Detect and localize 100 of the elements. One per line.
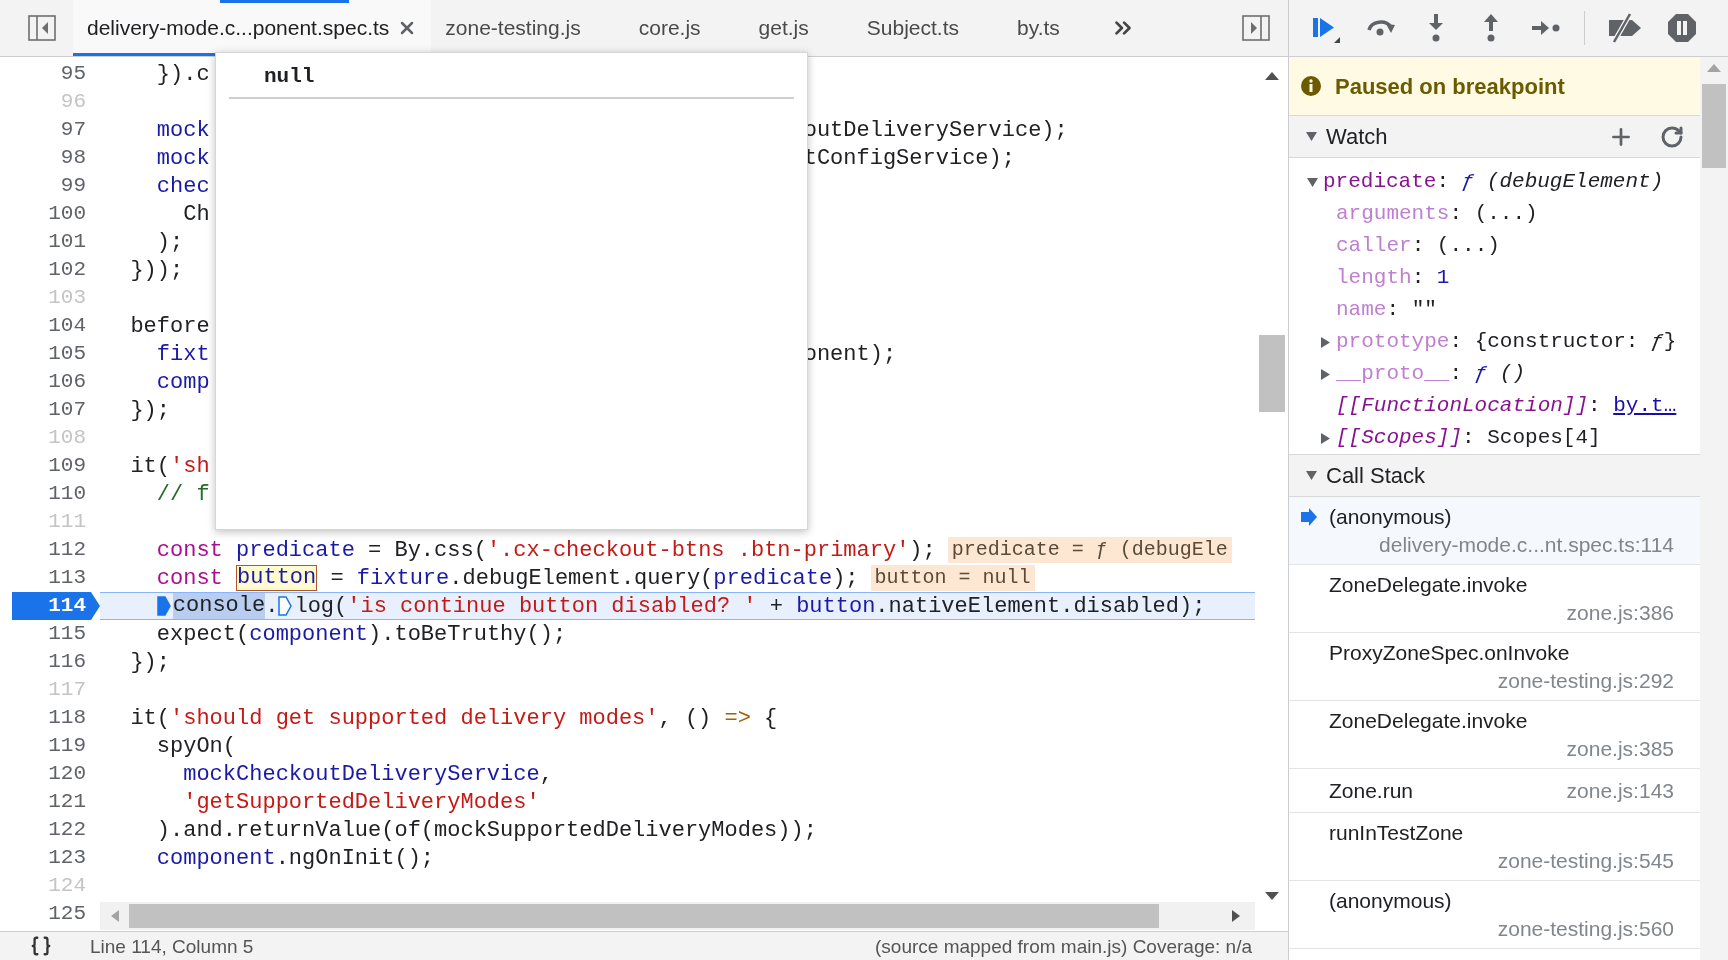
collapse-icon[interactable]	[1306, 175, 1319, 189]
collapse-icon[interactable]	[1305, 469, 1318, 482]
frame-function: Zone.run	[1329, 777, 1414, 804]
scroll-up-icon[interactable]	[1264, 71, 1279, 80]
line-number[interactable]: 115	[12, 620, 100, 648]
frame-location: zone.js:385	[1566, 735, 1674, 762]
frame-location: zone.js:143	[1566, 777, 1674, 804]
watch-property: length: 1	[1336, 265, 1450, 292]
frame-function: runInTestZone	[1329, 819, 1465, 846]
line-number[interactable]: 109	[12, 452, 100, 480]
expand-icon[interactable]	[1319, 367, 1332, 381]
inline-value: button = null	[870, 565, 1035, 591]
line-number[interactable]: 104	[12, 312, 100, 340]
code-text: // f	[156, 480, 210, 509]
editor-tab[interactable]: delivery-mode.c...ponent.spec.ts	[73, 0, 432, 56]
line-number[interactable]: 101	[12, 228, 100, 256]
line-number[interactable]: 105	[12, 340, 100, 368]
watch-property: __proto__: ƒ ()	[1336, 361, 1526, 388]
pretty-print-icon[interactable]	[30, 935, 52, 957]
scrollbar-thumb[interactable]	[1258, 335, 1285, 412]
popover-value: null	[264, 65, 315, 88]
watch-property: predicate: ƒ (debugElement)	[1323, 169, 1664, 196]
code-text: chec	[156, 172, 210, 201]
code-text: comp	[156, 368, 210, 397]
watch-property: caller: (...)	[1336, 233, 1500, 260]
scroll-right-icon[interactable]	[1231, 910, 1241, 922]
line-number[interactable]: 119	[12, 732, 100, 760]
line-number[interactable]: 122	[12, 816, 100, 844]
code-text: fixt	[156, 340, 210, 369]
code-text: it('sh	[130, 452, 210, 481]
code-text: }));	[130, 256, 184, 285]
code-text: outDeliveryService);	[803, 116, 1068, 145]
editor-tab[interactable]: Subject.ts	[852, 0, 1003, 56]
editor-tab[interactable]: core.js	[624, 0, 745, 56]
hovered-variable: button	[236, 565, 318, 591]
line-number[interactable]: 114	[12, 592, 100, 620]
line-number[interactable]: 121	[12, 788, 100, 816]
line-number[interactable]: 112	[12, 536, 100, 564]
line-number[interactable]: 107	[12, 396, 100, 424]
code-text: const	[156, 564, 224, 593]
line-number[interactable]: 120	[12, 760, 100, 788]
selected-text: console	[172, 593, 266, 619]
code-text: it('should get supported delivery modes', () => {	[130, 704, 778, 733]
code-text: });	[130, 396, 170, 425]
line-number[interactable]: 106	[12, 368, 100, 396]
frame-function: (anonymous)	[1329, 503, 1453, 530]
frame-location: zone.js:386	[1566, 599, 1674, 626]
line-number[interactable]: 95	[12, 60, 100, 88]
frame-function: (anonymous)	[1329, 887, 1453, 914]
scrollbar-thumb[interactable]	[129, 904, 1159, 928]
refresh-icon[interactable]	[1660, 124, 1684, 149]
code-text: ).and.returnValue(of(mockSupportedDeliveryModes));	[156, 816, 817, 845]
code-text: log('is continue button disabled? ' + button.nativeElement.disabled);	[294, 592, 1206, 621]
code-text: Ch	[183, 200, 210, 229]
editor-tab[interactable]: get.js	[744, 0, 853, 56]
code-text: mock	[156, 116, 210, 145]
code-text: expect(component).toBeTruthy();	[156, 620, 567, 649]
line-number[interactable]: 97	[12, 116, 100, 144]
toggle-debugger-icon[interactable]	[1242, 15, 1270, 41]
code-text: 'getSupportedDeliveryModes'	[183, 788, 540, 817]
watch-property: arguments: (...)	[1336, 201, 1538, 228]
source-link[interactable]: by.t…	[1613, 394, 1677, 418]
source-info: (source mapped from main.js) Coverage: n/a	[875, 936, 1252, 956]
call-frame[interactable]: (anonymous) delivery-mode.c...nt.spec.ts:114	[1289, 497, 1700, 565]
pause-on-exceptions-icon[interactable]	[1665, 11, 1699, 45]
editor-tab[interactable]: zone-testing.js	[431, 0, 625, 56]
code-text: before	[130, 312, 210, 341]
scrollbar-thumb[interactable]	[1702, 84, 1726, 168]
code-text: }).c	[156, 60, 210, 89]
line-number[interactable]: 98	[12, 144, 100, 172]
code-text: .	[265, 592, 279, 621]
line-number[interactable]: 113	[12, 564, 100, 592]
code-text: );	[156, 228, 184, 257]
line-number[interactable]: 123	[12, 844, 100, 872]
line-number[interactable]: 118	[12, 704, 100, 732]
line-number[interactable]: 99	[12, 172, 100, 200]
expand-icon[interactable]	[1319, 431, 1332, 445]
line-number[interactable]: 116	[12, 648, 100, 676]
line-number[interactable]: 125	[12, 900, 100, 928]
collapse-icon[interactable]	[1305, 130, 1318, 143]
frame-function: ZoneDelegate.invoke	[1329, 707, 1529, 734]
frame-location: zone-testing.js:560	[1497, 915, 1674, 942]
line-number[interactable]: 102	[12, 256, 100, 284]
editor-tab[interactable]: by.ts	[1003, 0, 1104, 56]
code-text: spyOn(	[156, 732, 237, 761]
horizontal-scrollbar[interactable]	[100, 902, 1255, 930]
code-text: mock	[156, 144, 210, 173]
code-text: const predicate = By.css('.cx-checkout-btns .btn-primary');	[156, 536, 936, 565]
toggle-navigator-icon[interactable]	[28, 15, 56, 41]
watch-property: prototype: {constructor: ƒ}	[1336, 329, 1677, 356]
breakpoint-marker-icon[interactable]	[278, 596, 293, 616]
frame-function: ProxyZoneSpec.onInvoke	[1329, 639, 1571, 666]
scroll-down-icon[interactable]	[1264, 892, 1279, 901]
line-number[interactable]: 110	[12, 480, 100, 508]
frame-location: zone-testing.js:545	[1497, 847, 1674, 874]
current-frame-arrow-icon	[1301, 508, 1317, 526]
line-number[interactable]: 100	[12, 200, 100, 228]
watch-property: name: ""	[1336, 297, 1437, 324]
code-text: mockCheckoutDeliveryService,	[183, 760, 553, 789]
expand-icon[interactable]	[1319, 335, 1332, 349]
